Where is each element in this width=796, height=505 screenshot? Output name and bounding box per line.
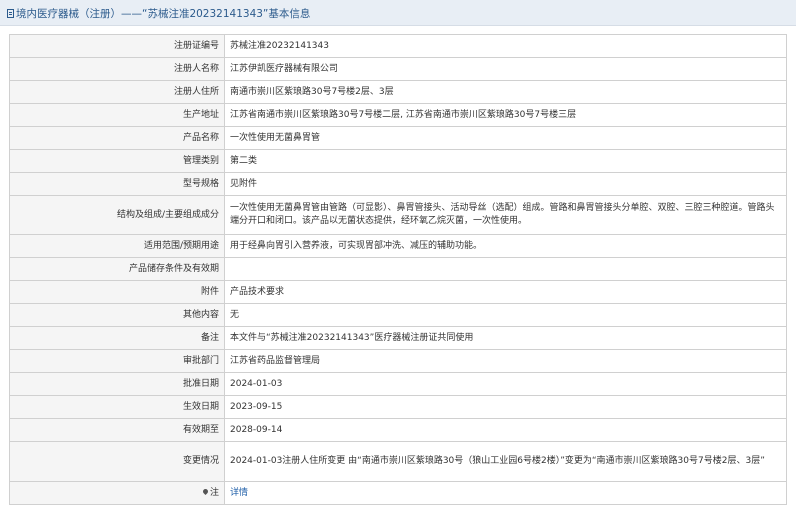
table-row: 注册人住所 南通市崇川区紫琅路30号7号楼2层、3层 bbox=[9, 80, 787, 104]
row-label: 管理类别 bbox=[9, 149, 225, 173]
row-value: 第二类 bbox=[224, 149, 787, 173]
note-label: 注 bbox=[209, 487, 219, 498]
row-label: 生产地址 bbox=[9, 103, 225, 127]
note-label-cell: 注 bbox=[9, 481, 225, 505]
row-label: 变更情况 bbox=[9, 441, 225, 482]
row-value: 2023-09-15 bbox=[224, 395, 787, 419]
row-label: 附件 bbox=[9, 280, 225, 304]
row-value: 见附件 bbox=[224, 172, 787, 196]
info-table: 注册证编号 苏械注准20232141343 注册人名称 江苏伊凯医疗器械有限公司… bbox=[9, 34, 787, 505]
row-value: 一次性使用无菌鼻胃管 bbox=[224, 126, 787, 150]
row-value: 2024-01-03 bbox=[224, 372, 787, 396]
row-value: 苏械注准20232141343 bbox=[224, 34, 787, 58]
row-value bbox=[224, 257, 787, 281]
row-label: 有效期至 bbox=[9, 418, 225, 442]
row-label: 备注 bbox=[9, 326, 225, 350]
row-value: 一次性使用无菌鼻胃管由管路（可显影）、鼻胃管接头、活动导丝（选配）组成。管路和鼻… bbox=[224, 195, 787, 235]
row-value: 江苏伊凯医疗器械有限公司 bbox=[224, 57, 787, 81]
page-title: 境内医疗器械（注册）——“苏械注准20232141343”基本信息 bbox=[16, 8, 311, 20]
table-row: 批准日期 2024-01-03 bbox=[9, 372, 787, 396]
table-row: 管理类别 第二类 bbox=[9, 149, 787, 173]
table-row: 附件 产品技术要求 bbox=[9, 280, 787, 304]
table-row: 生产地址 江苏省南通市崇川区紫琅路30号7号楼二层, 江苏省南通市崇川区紫琅路3… bbox=[9, 103, 787, 127]
table-row-note: 注 详情 bbox=[9, 481, 787, 505]
table-row: 备注 本文件与“苏械注准20232141343”医疗器械注册证共同使用 bbox=[9, 326, 787, 350]
table-row: 变更情况 2024-01-03注册人住所变更 由“南通市崇川区紫琅路30号（狼山… bbox=[9, 441, 787, 482]
table-row: 生效日期 2023-09-15 bbox=[9, 395, 787, 419]
note-value-cell: 详情 bbox=[224, 481, 787, 505]
row-label: 注册证编号 bbox=[9, 34, 225, 58]
row-label: 生效日期 bbox=[9, 395, 225, 419]
table-row: 注册证编号 苏械注准20232141343 bbox=[9, 34, 787, 58]
table-row: 型号规格 见附件 bbox=[9, 172, 787, 196]
document-icon bbox=[7, 9, 14, 18]
row-value: 用于经鼻向胃引入营养液，可实现胃部冲洗、减压的辅助功能。 bbox=[224, 234, 787, 258]
row-label: 审批部门 bbox=[9, 349, 225, 373]
row-label: 注册人名称 bbox=[9, 57, 225, 81]
table-row: 注册人名称 江苏伊凯医疗器械有限公司 bbox=[9, 57, 787, 81]
table-row: 其他内容 无 bbox=[9, 303, 787, 327]
table-row: 有效期至 2028-09-14 bbox=[9, 418, 787, 442]
table-row: 审批部门 江苏省药品监督管理局 bbox=[9, 349, 787, 373]
page-title-wrap: 境内医疗器械（注册）——“苏械注准20232141343”基本信息 bbox=[7, 6, 310, 21]
table-row: 适用范围/预期用途 用于经鼻向胃引入营养液，可实现胃部冲洗、减压的辅助功能。 bbox=[9, 234, 787, 258]
location-pin-icon bbox=[201, 487, 210, 495]
row-label: 产品储存条件及有效期 bbox=[9, 257, 225, 281]
row-label: 注册人住所 bbox=[9, 80, 225, 104]
table-row: 结构及组成/主要组成成分 一次性使用无菌鼻胃管由管路（可显影）、鼻胃管接头、活动… bbox=[9, 195, 787, 235]
row-label: 其他内容 bbox=[9, 303, 225, 327]
title-bar: 境内医疗器械（注册）——“苏械注准20232141343”基本信息 bbox=[0, 0, 796, 26]
table-row: 产品储存条件及有效期 bbox=[9, 257, 787, 281]
row-value: 南通市崇川区紫琅路30号7号楼2层、3层 bbox=[224, 80, 787, 104]
row-value: 本文件与“苏械注准20232141343”医疗器械注册证共同使用 bbox=[224, 326, 787, 350]
row-value: 2024-01-03注册人住所变更 由“南通市崇川区紫琅路30号（狼山工业园6号… bbox=[224, 441, 787, 482]
row-label: 批准日期 bbox=[9, 372, 225, 396]
row-label: 结构及组成/主要组成成分 bbox=[9, 195, 225, 235]
row-value: 无 bbox=[224, 303, 787, 327]
row-label: 适用范围/预期用途 bbox=[9, 234, 225, 258]
row-value: 2028-09-14 bbox=[224, 418, 787, 442]
row-label: 产品名称 bbox=[9, 126, 225, 150]
table-row: 产品名称 一次性使用无菌鼻胃管 bbox=[9, 126, 787, 150]
details-link[interactable]: 详情 bbox=[230, 488, 248, 498]
row-value: 江苏省南通市崇川区紫琅路30号7号楼二层, 江苏省南通市崇川区紫琅路30号7号楼… bbox=[224, 103, 787, 127]
row-value: 江苏省药品监督管理局 bbox=[224, 349, 787, 373]
row-label: 型号规格 bbox=[9, 172, 225, 196]
row-value: 产品技术要求 bbox=[224, 280, 787, 304]
